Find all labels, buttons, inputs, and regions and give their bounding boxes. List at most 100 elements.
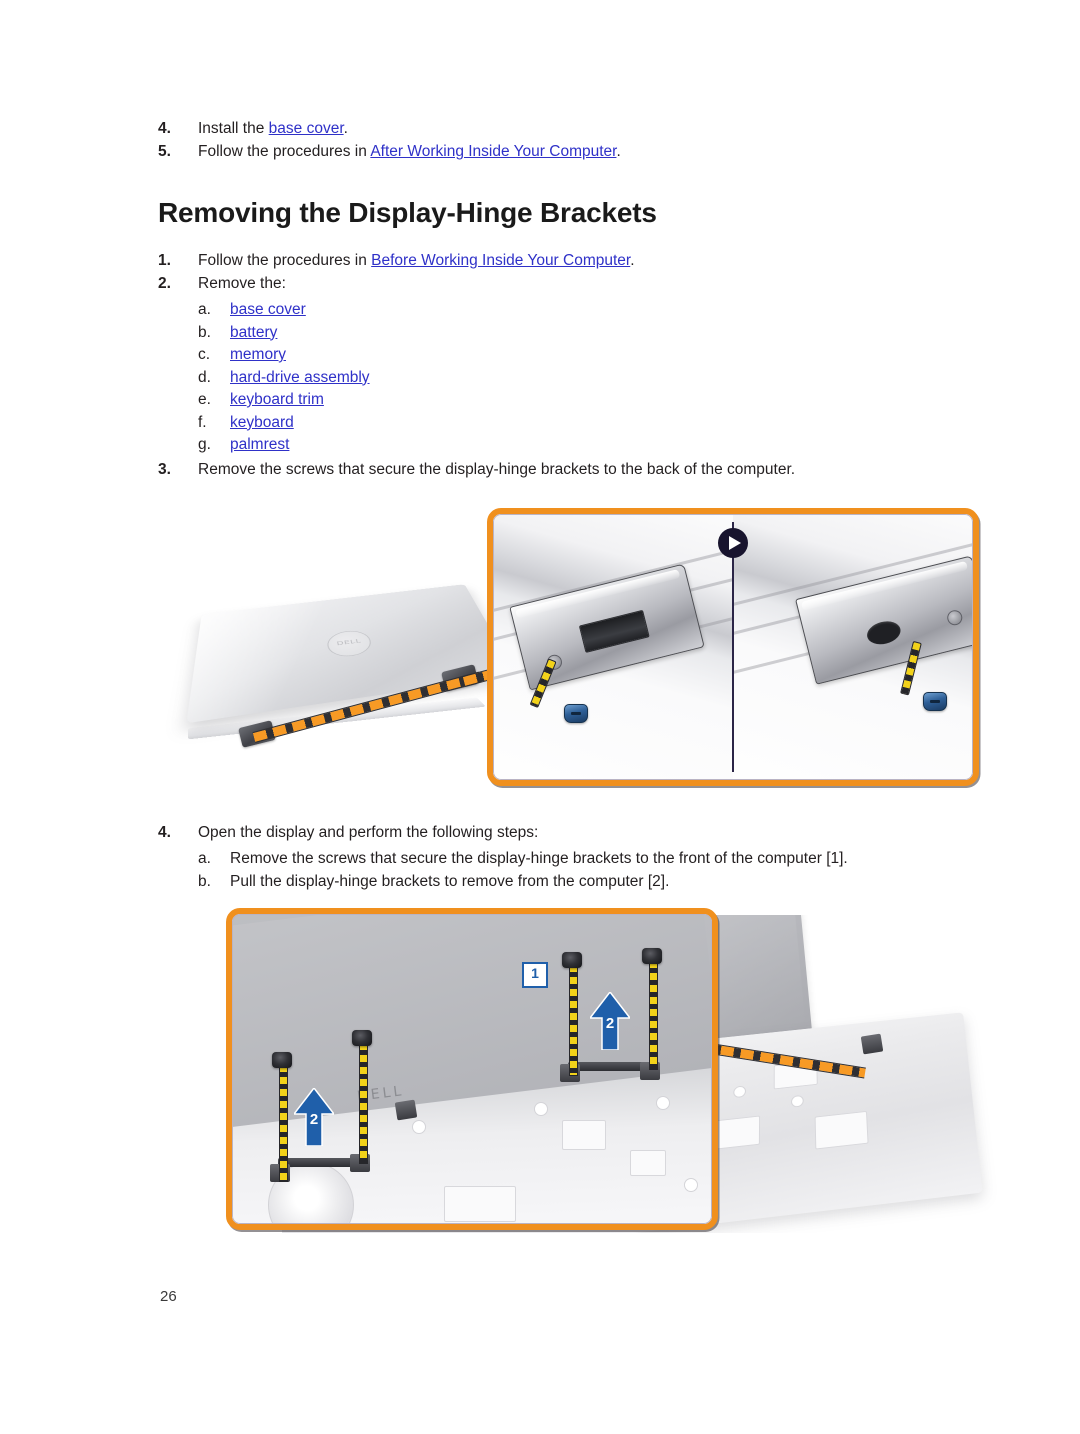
list-item: b. Pull the display-hinge brackets to re… (198, 871, 1038, 894)
figure-back-of-computer: DELL (180, 500, 990, 800)
step4-block: 4. Open the display and perform the foll… (158, 822, 1038, 895)
up-arrow-icon (294, 1088, 334, 1146)
board-component (630, 1150, 666, 1176)
screw-shaft (569, 964, 578, 1076)
step-text-suffix: . (616, 143, 620, 160)
substep-marker: g. (198, 434, 220, 457)
step4-list: 4. Open the display and perform the foll… (158, 822, 1038, 893)
dell-logo: DELL (325, 628, 373, 658)
procedure-list: 1. Follow the procedures in Before Worki… (158, 250, 1038, 481)
screw-point (534, 1102, 548, 1116)
substep-marker: a. (198, 848, 220, 871)
link-battery[interactable]: battery (230, 324, 277, 341)
step-text: Follow the procedures in Before Working … (198, 252, 635, 269)
screw-head (923, 692, 947, 711)
step4-sublist: a. Remove the screws that secure the dis… (198, 848, 1038, 893)
step-text: Install the base cover. (198, 120, 348, 137)
list-item: 5. Follow the procedures in After Workin… (158, 141, 1038, 163)
substep-marker: c. (198, 344, 220, 367)
step-text: Follow the procedures in After Working I… (198, 143, 621, 160)
page-number: 26 (160, 1288, 177, 1305)
screw-point (791, 1095, 804, 1108)
list-item: f. keyboard (198, 412, 1038, 435)
inset-photo: DELL 1 (232, 914, 712, 1224)
top-steps-block: 4. Install the base cover. 5. Follow the… (158, 118, 1038, 164)
list-item: e. keyboard trim (198, 389, 1038, 412)
screw-shaft (359, 1042, 368, 1164)
bracket-hole (865, 618, 903, 648)
substep-text: Pull the display-hinge brackets to remov… (230, 873, 669, 890)
link-base-cover[interactable]: base cover (230, 301, 306, 318)
substep-marker: b. (198, 322, 220, 345)
screw-point (412, 1120, 426, 1134)
play-circle-icon (718, 528, 748, 558)
substep-marker: e. (198, 389, 220, 412)
step-text-prefix: Follow the procedures in (198, 143, 370, 160)
list-item: c. memory (198, 344, 1038, 367)
substep-marker: b. (198, 871, 220, 894)
display-hinge-bracket (395, 1100, 418, 1121)
list-item: 2. Remove the: a. base cover b. battery … (158, 273, 1038, 457)
list-item: 4. Open the display and perform the foll… (158, 822, 1038, 893)
figure2-detail-panel: DELL 1 (226, 908, 718, 1230)
screw-head (642, 948, 662, 964)
screw-point (733, 1085, 746, 1098)
board-component (444, 1186, 516, 1222)
panel-divider (732, 522, 734, 772)
step-text: Remove the: (198, 275, 286, 292)
figure1-detail-panel (487, 508, 979, 786)
bracket-port (579, 610, 650, 653)
dell-logo-text: DELL (328, 637, 370, 648)
step-text-suffix: . (630, 252, 634, 269)
link-base-cover[interactable]: base cover (269, 120, 344, 137)
step-marker: 2. (158, 273, 184, 295)
figure-front-of-computer: DELL (226, 905, 1016, 1235)
substep-marker: f. (198, 412, 220, 435)
page-title: Removing the Display-Hinge Brackets (158, 196, 657, 230)
detail-before-screw-removal (493, 514, 733, 780)
screw-point (656, 1096, 670, 1110)
link-keyboard[interactable]: keyboard (230, 414, 294, 431)
step-text-prefix: Follow the procedures in (198, 252, 371, 269)
step-text-prefix: Install the (198, 120, 269, 137)
link-before-working-inside-your-computer[interactable]: Before Working Inside Your Computer (371, 252, 630, 269)
screw-shaft (279, 1064, 288, 1182)
step-marker: 4. (158, 118, 184, 140)
screw-head (352, 1030, 372, 1046)
document-page: 4. Install the base cover. 5. Follow the… (0, 0, 1080, 1434)
list-item: a. base cover (198, 299, 1038, 322)
link-palmrest[interactable]: palmrest (230, 436, 289, 453)
link-after-working-inside-your-computer[interactable]: After Working Inside Your Computer (370, 143, 616, 160)
list-item: a. Remove the screws that secure the dis… (198, 848, 1038, 871)
step-text-suffix: . (344, 120, 348, 137)
list-item: d. hard-drive assembly (198, 367, 1038, 390)
callout-badge-1: 1 (522, 962, 548, 988)
substep-text: Remove the screws that secure the displa… (230, 850, 848, 867)
substep-marker: d. (198, 367, 220, 390)
list-item: g. palmrest (198, 434, 1038, 457)
step-marker: 4. (158, 822, 184, 844)
board-component (815, 1111, 869, 1150)
screw-hole (946, 609, 964, 627)
list-item: 3. Remove the screws that secure the dis… (158, 459, 1038, 481)
up-arrow-icon (590, 992, 630, 1050)
step-marker: 3. (158, 459, 184, 481)
remove-parts-list: a. base cover b. battery c. memory d. ha… (198, 299, 1038, 457)
list-item: 1. Follow the procedures in Before Worki… (158, 250, 1038, 272)
display-hinge-bracket (861, 1034, 884, 1055)
substep-marker: a. (198, 299, 220, 322)
detail-after-screw-removal (733, 514, 973, 780)
screw-point (684, 1178, 698, 1192)
link-hard-drive-assembly[interactable]: hard-drive assembly (230, 369, 370, 386)
step-marker: 1. (158, 250, 184, 272)
list-item: b. battery (198, 322, 1038, 345)
screw-head (562, 952, 582, 968)
link-keyboard-trim[interactable]: keyboard trim (230, 391, 324, 408)
board-component (562, 1120, 606, 1150)
link-memory[interactable]: memory (230, 346, 286, 363)
callout-arrow-2: 2 (294, 1088, 334, 1146)
step-marker: 5. (158, 141, 184, 163)
procedure-block: 1. Follow the procedures in Before Worki… (158, 250, 1038, 482)
screw-head (272, 1052, 292, 1068)
list-item: 4. Install the base cover. (158, 118, 1038, 140)
